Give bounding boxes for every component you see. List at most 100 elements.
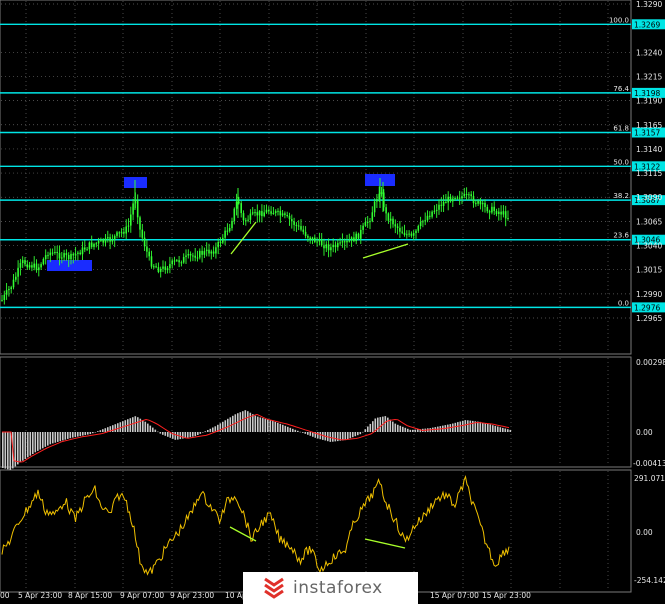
candle-body <box>77 252 79 254</box>
candle-body <box>132 203 134 215</box>
candle-body <box>54 252 56 253</box>
main-price-panel[interactable] <box>0 0 632 355</box>
macd-bar <box>477 421 479 432</box>
macd-panel[interactable] <box>0 356 632 468</box>
macd-bar <box>319 432 322 440</box>
macd-bar <box>219 423 222 432</box>
candle-body <box>245 220 247 222</box>
candle-body <box>107 237 109 239</box>
macd-bar <box>262 418 264 432</box>
candle-body <box>251 212 254 214</box>
candle-body <box>118 232 121 234</box>
macd-bar <box>367 426 369 432</box>
candle-body <box>362 225 364 230</box>
time-axis-label: 5 Apr 23:00 <box>18 591 62 600</box>
macd-bar <box>57 432 59 442</box>
candle-body <box>463 194 466 197</box>
macd-bar <box>192 432 194 437</box>
candle-body <box>173 260 176 262</box>
candle-body <box>355 233 357 242</box>
macd-bar <box>202 432 204 433</box>
candle-body <box>208 249 210 254</box>
candle-body <box>235 201 238 209</box>
candle-body <box>470 194 472 197</box>
macd-axis-top: 0.00298 <box>636 358 665 367</box>
candle-body <box>332 244 334 248</box>
trading-chart[interactable]: 100.0 1.326976.4 1.319861.8 1.315750.0 1.312… <box>0 0 665 604</box>
macd-bar <box>164 432 167 436</box>
macd-bar <box>287 426 289 432</box>
candle-body <box>465 194 468 195</box>
candle-body <box>284 213 286 215</box>
macd-bar <box>349 432 352 439</box>
macd-bar <box>307 432 309 435</box>
macd-bar <box>144 421 147 432</box>
macd-bar <box>267 419 269 432</box>
candle-body <box>410 233 413 236</box>
candle-body <box>35 263 38 271</box>
price-axis-label: 1.3290 <box>636 0 662 9</box>
candle-body <box>454 198 456 199</box>
candle-body <box>12 279 15 288</box>
candle-body <box>406 234 408 236</box>
candle-body <box>408 233 410 235</box>
candle-body <box>40 264 42 268</box>
macd-bar <box>227 418 229 432</box>
macd-bar <box>352 432 354 438</box>
candle-body <box>261 211 263 217</box>
candle-body <box>159 268 162 272</box>
candle-body <box>507 218 509 219</box>
macd-bar <box>27 432 29 458</box>
candle-body <box>88 242 91 250</box>
macd-bar <box>457 422 459 432</box>
macd-bar <box>229 417 232 432</box>
macd-bar <box>494 425 497 432</box>
macd-bar <box>104 428 107 432</box>
macd-bar <box>282 424 284 432</box>
macd-bar <box>272 421 274 432</box>
macd-bar <box>502 427 504 432</box>
candle-body <box>493 206 495 211</box>
macd-bar <box>152 427 154 432</box>
candle-body <box>26 264 29 268</box>
candle-body <box>270 211 272 214</box>
macd-bar <box>34 432 37 453</box>
candle-body <box>31 265 33 268</box>
candle-body <box>422 221 424 223</box>
macd-bar <box>257 416 259 432</box>
candle-body <box>318 239 321 242</box>
macd-bar <box>304 432 307 434</box>
candle-body <box>401 231 403 233</box>
candle-body <box>399 227 401 232</box>
candle-body <box>81 247 84 255</box>
macd-bar <box>69 432 72 439</box>
macd-bar <box>297 430 299 432</box>
candle-body <box>146 246 148 252</box>
time-axis-label: 00 <box>0 591 10 600</box>
macd-bar <box>499 427 502 432</box>
candle-body <box>307 236 309 238</box>
candle-body <box>311 237 314 240</box>
candle-body <box>97 241 100 244</box>
macd-bar <box>137 417 139 432</box>
macd-bar <box>489 424 492 432</box>
macd-bar <box>92 432 94 434</box>
macd-bar <box>414 429 417 433</box>
candle-body <box>339 242 341 244</box>
macd-bar <box>409 429 412 432</box>
price-axis-label: 1.3240 <box>636 48 662 57</box>
candle-body <box>104 238 107 243</box>
macd-bar <box>254 415 257 432</box>
candle-body <box>21 260 24 263</box>
candle-body <box>300 226 302 230</box>
candle-body <box>502 211 505 215</box>
price-axis-label: 1.2965 <box>636 314 662 323</box>
macd-bar <box>492 425 494 432</box>
candle-body <box>242 213 245 221</box>
price-axis-label: 1.3015 <box>636 266 662 275</box>
candle-body <box>61 257 63 259</box>
candle-body <box>435 209 438 211</box>
candle-body <box>295 224 298 226</box>
candle-body <box>360 229 362 239</box>
macd-bar <box>362 431 364 433</box>
